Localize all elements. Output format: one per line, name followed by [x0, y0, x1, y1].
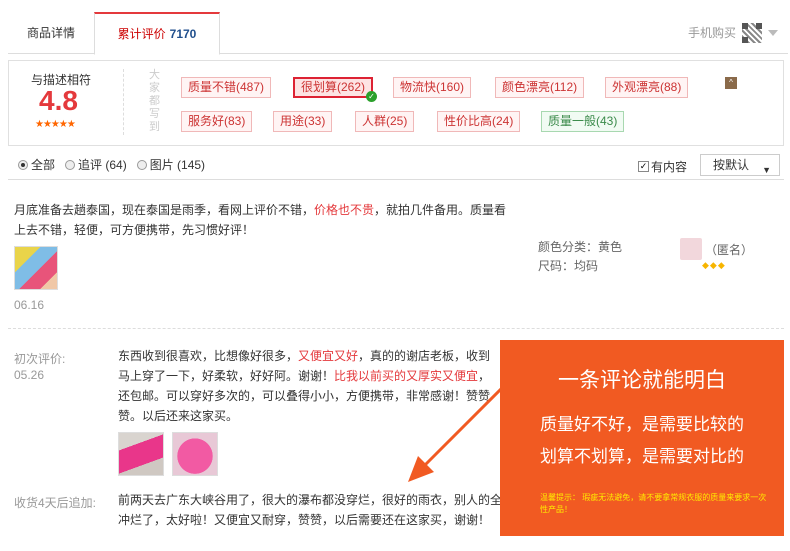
review-1-text: 月底准备去趟泰国，现在泰国是雨季，看网上评价不错，价格也不贵，就拍几件备用。质量… — [14, 200, 510, 240]
tag-cost-effective[interactable]: 性价比高(24) — [437, 111, 521, 132]
checkbox-icon: ✓ — [638, 161, 649, 172]
tags-side-label: 大家都写到 — [149, 69, 160, 133]
collapse-icon[interactable]: ^ — [725, 77, 737, 89]
review-date: 06.16 — [14, 298, 45, 312]
annotation-line-1: 质量好不好，是需要比较的 — [540, 415, 744, 434]
annotation-note: 温馨提示： 瑕疵无法避免，请不要拿常规衣服的质量来要求一次性产品！ — [540, 493, 767, 514]
review-highlight: 又便宜又好 — [298, 349, 359, 363]
review-highlight: 价格也不贵 — [314, 203, 375, 217]
tag-nice-look[interactable]: 外观漂亮(88) — [605, 77, 689, 98]
qr-code-icon — [742, 23, 762, 43]
reviewer-name: （匿名） — [705, 242, 754, 257]
sku-size: 尺码：均码 — [538, 259, 599, 273]
divider — [8, 328, 784, 329]
annotation-title: 一条评论就能明白 — [558, 369, 726, 392]
tab-reviews-label: 累计评价 — [117, 27, 166, 41]
tab-reviews[interactable]: 累计评价 7170 — [94, 12, 220, 55]
sku-color: 颜色分类：黄色 — [538, 240, 623, 254]
divider — [123, 69, 124, 135]
tag-good-service[interactable]: 服务好(83) — [181, 111, 253, 132]
has-content-label: 有内容 — [651, 160, 688, 174]
review-photo[interactable] — [172, 432, 218, 476]
followup-label: 收货4天后追加: — [14, 496, 97, 510]
chevron-down-icon — [768, 30, 778, 36]
tag-fast-shipping[interactable]: 物流快(160) — [393, 77, 472, 98]
tag-people[interactable]: 人群(25) — [355, 111, 415, 132]
annotation-line-2: 划算不划算，是需要对比的 — [540, 447, 744, 466]
tab-bar: 商品详情 累计评价 7170 手机购买 — [8, 12, 788, 55]
review-photo[interactable] — [14, 246, 58, 290]
avatar — [680, 238, 702, 260]
reviewer: （匿名） — [680, 238, 753, 260]
has-content-checkbox[interactable]: ✓ 有内容 — [638, 158, 687, 175]
user-level-badge: ◆◆◆ — [702, 260, 726, 270]
filter-pictures[interactable]: 图片 (145) — [136, 156, 206, 173]
radio-icon — [18, 159, 28, 170]
tag-usage[interactable]: 用途(33) — [273, 111, 333, 132]
review-count: 7170 — [169, 27, 197, 41]
mobile-buy[interactable]: 手机购买 — [688, 12, 778, 54]
check-icon: ✓ — [366, 91, 378, 102]
tag-good-value[interactable]: 很划算(262) ✓ — [293, 77, 378, 102]
radio-icon — [65, 159, 76, 170]
score-value: 4.8 — [39, 85, 78, 116]
tag-quality-average[interactable]: 质量一般(43) — [541, 111, 625, 132]
filter-all-label: 全部 — [31, 158, 56, 172]
sort-label: 按默认 — [713, 158, 750, 172]
filter-bar: 全部 追评 (64) 图片 (145) ✓ 有内容 按默认 ▼ — [8, 150, 784, 180]
filter-all[interactable]: 全部 — [18, 156, 55, 173]
rating-summary: 与描述相符 4.8 ★★★★★ 大家都写到 质量不错(487) 很划算(262)… — [8, 60, 784, 146]
review-text-part: 东西收到很喜欢，比想像好很多， — [118, 349, 299, 363]
mobile-buy-label: 手机购买 — [687, 26, 736, 40]
tag-good-value-label: 很划算(262) — [301, 80, 366, 94]
sort-select[interactable]: 按默认 ▼ — [700, 154, 780, 176]
review-photo[interactable] — [118, 432, 164, 476]
review-text-part: 月底准备去趟泰国，现在泰国是雨季，看网上评价不错， — [14, 203, 315, 217]
filter-followup-label: 追评 (64) — [78, 158, 127, 172]
annotation-box: 一条评论就能明白 质量好不好，是需要比较的 划算不划算，是需要对比的 温馨提示：… — [500, 340, 784, 536]
filter-followup[interactable]: 追评 (64) — [65, 156, 127, 173]
first-review-date: 05.26 — [14, 368, 45, 382]
radio-icon — [136, 159, 147, 170]
tab-product-detail[interactable]: 商品详情 — [8, 12, 94, 54]
filter-pictures-label: 图片 (145) — [149, 158, 206, 172]
star-rating: ★★★★★ — [35, 119, 76, 130]
tag-quality-good[interactable]: 质量不错(487) — [181, 77, 272, 98]
followup-text: 前两天去广东大峡谷用了，很大的瀑布都没穿烂，很好的雨衣，别人的全冲烂了，太好啦！… — [118, 493, 503, 527]
tag-nice-color[interactable]: 颜色漂亮(112) — [495, 77, 585, 98]
first-review-label: 初次评价: — [14, 352, 66, 366]
chevron-down-icon: ▼ — [762, 165, 771, 175]
